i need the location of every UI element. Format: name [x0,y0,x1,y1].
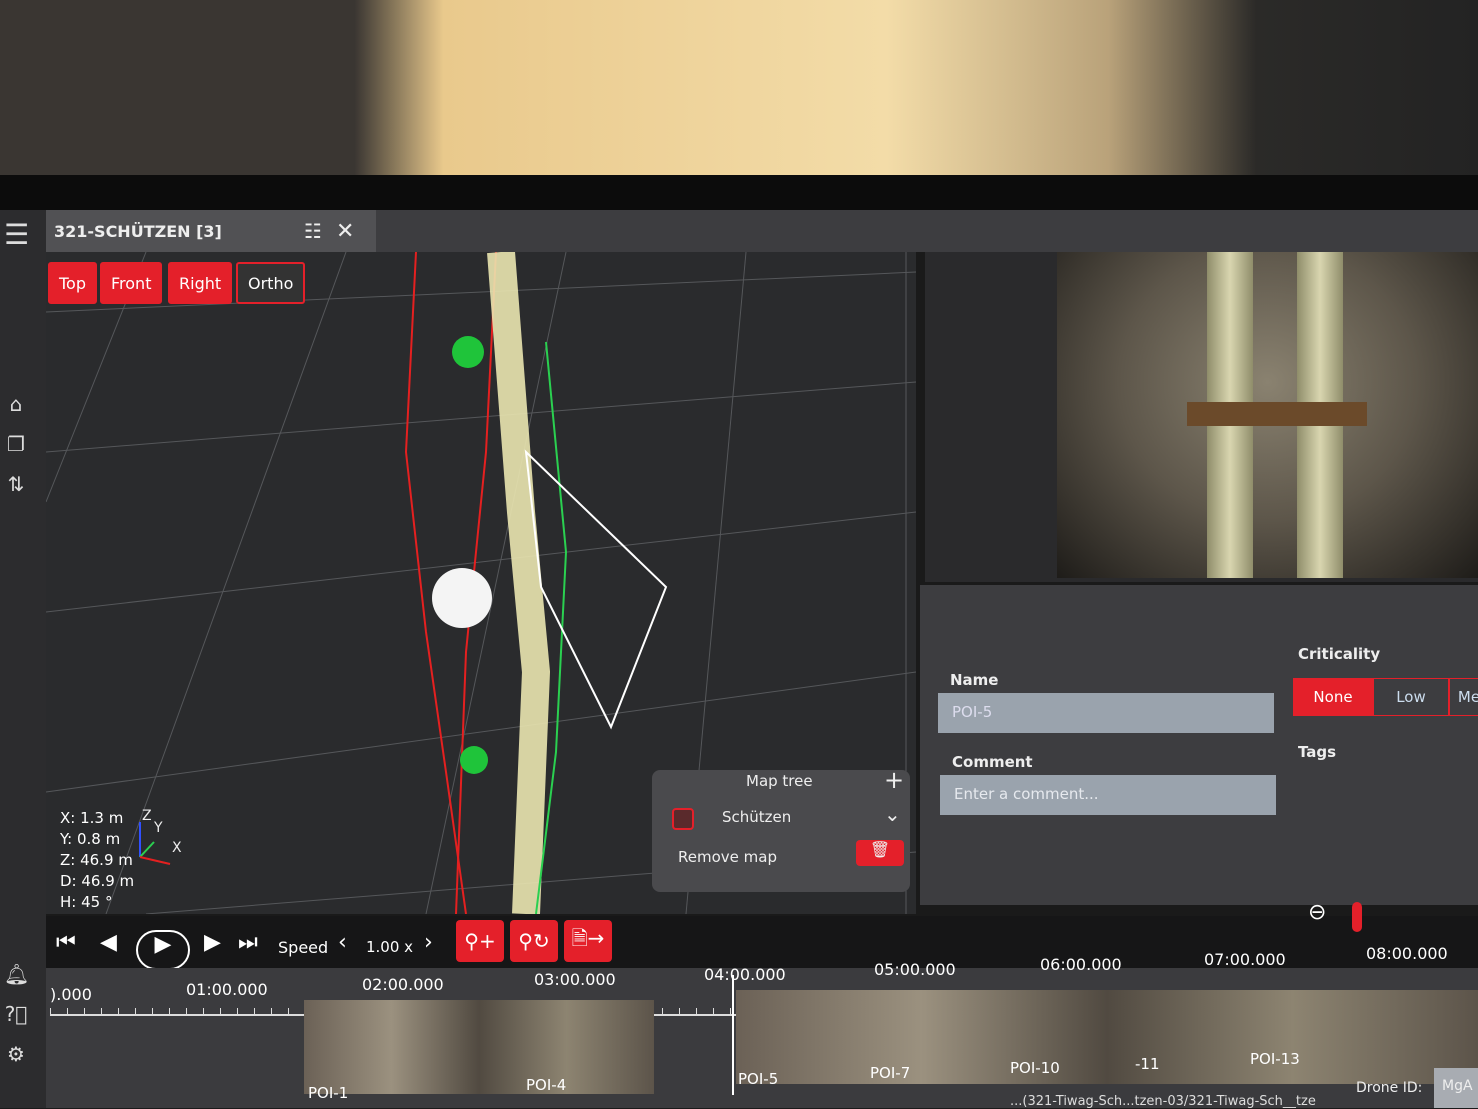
trash-icon: 🗑︎ [869,840,891,859]
name-input[interactable]: POI-5 [938,693,1274,733]
monitor-bezel [0,175,1478,211]
axis-x-label: X [172,840,182,856]
ortho-toggle[interactable]: Ortho [236,262,306,304]
chevron-down-icon[interactable]: ⌄ [884,802,901,826]
playhead[interactable] [732,975,734,1095]
criticality-label: Criticality [1298,645,1381,663]
gear-icon[interactable]: ⚙ [4,1042,28,1066]
axis-y-label: Y [154,820,163,836]
poi-marker[interactable]: POI-10 [1010,1059,1060,1077]
speed-decrease-icon[interactable]: ‹ [338,930,347,955]
coord-d: D: 46.9 m [60,872,135,890]
add-map-icon[interactable]: + [884,766,904,794]
thumbnail-strip[interactable] [736,990,1478,1084]
zoom-out-icon[interactable]: ⊖ [1308,900,1326,925]
map-tree-item[interactable]: Schützen [722,808,791,826]
transfer-icon[interactable]: ⇅ [4,472,28,496]
add-poi-button[interactable]: ⚲+ [456,920,504,962]
poi-marker[interactable]: POI-7 [870,1064,910,1082]
comment-label: Comment [952,753,1033,771]
view-right-button[interactable]: Right [168,262,233,304]
coordinate-readout: X: 1.3 m Y: 0.8 m Z: 46.9 m D: 46.9 m H:… [60,808,134,913]
help-icon[interactable]: ?⃝ [4,1002,28,1026]
menu-icon[interactable]: ☰ [4,218,29,251]
drone-id-label: Drone ID: [1356,1080,1423,1096]
tags-label: Tags [1298,743,1337,761]
sidebar: ☰ ⌂ ❐ ⇅ 🔔︎ ?⃝ ⚙ [0,210,46,1108]
play-button[interactable]: ▶︎ [136,930,190,970]
criticality-medium[interactable]: Me [1449,678,1478,716]
tab-title: 321-SCHÜTZEN [3] [54,221,222,241]
comment-input[interactable]: Enter a comment... [940,775,1276,815]
poi-marker[interactable]: -11 [1135,1055,1160,1073]
skip-start-icon[interactable]: ⏮ [56,930,76,955]
tick-label: 03:00.000 [534,970,616,989]
skip-end-icon[interactable]: ⏭ [238,930,258,955]
tick-label: 08:00.000 [1366,944,1448,963]
pin-add-icon: ⚲+ [464,929,496,953]
tick-label: 07:00.000 [1204,950,1286,969]
tick-label: ).000 [50,985,92,1004]
poi-marker[interactable]: POI-13 [1250,1050,1300,1068]
zoom-slider-handle[interactable] [1352,902,1362,932]
list-icon[interactable]: ☷ [304,219,322,243]
poi-marker[interactable]: POI-4 [526,1076,566,1094]
axis-gizmo: Z Y X [130,808,190,872]
tick-label: 05:00.000 [874,960,956,979]
document-export-icon: 🗎→ [571,926,605,950]
close-icon[interactable]: ✕ [336,219,354,244]
background-room [0,0,1478,180]
bell-icon[interactable]: 🔔︎ [4,962,29,986]
map-checkbox[interactable] [672,808,694,830]
view-top-button[interactable]: Top [48,262,97,304]
documents-icon[interactable]: ❐ [4,432,28,456]
speed-label: Speed [278,938,329,957]
inspection-photo [1057,252,1478,578]
axis-z-label: Z [142,808,152,824]
coord-x: X: 1.3 m [60,809,124,827]
pin-refresh-icon: ⚲↻ [518,929,550,953]
remove-map-label: Remove map [678,848,777,866]
step-back-icon[interactable]: ◀︎ [100,930,117,955]
export-report-button[interactable]: 🗎→ [564,920,612,962]
name-label: Name [950,671,999,689]
tab-project[interactable]: 321-SCHÜTZEN [3] ☷ ✕ [46,210,376,252]
step-forward-icon[interactable]: ▶︎ [204,930,221,955]
tick-label: 06:00.000 [1040,955,1122,974]
image-preview-panel [925,252,1478,582]
map-tree-panel: Map tree + Schützen ⌄ Remove map 🗑︎ [652,766,910,892]
tick-label: 02:00.000 [362,975,444,994]
coord-y: Y: 0.8 m [60,830,121,848]
poi-form: Name POI-5 Comment Enter a comment... Cr… [920,585,1478,905]
poi-marker[interactable]: POI-1 [308,1084,348,1102]
remove-map-button[interactable]: 🗑︎ [856,840,904,866]
drone-id-value: MgA [1434,1068,1478,1108]
speed-value: 1.00 x [366,938,414,956]
file-path: ...(321-Tiwag-Sch...tzen-03/321-Tiwag-Sc… [1010,1094,1316,1109]
criticality-none[interactable]: None [1293,678,1373,716]
reset-poi-button[interactable]: ⚲↻ [510,920,558,962]
tick-label: 04:00.000 [704,965,786,984]
map-tree-title: Map tree [746,772,813,790]
home-icon[interactable]: ⌂ [4,392,28,416]
coord-z: Z: 46.9 m [60,851,133,869]
view-front-button[interactable]: Front [100,262,163,304]
coord-h: H: 45 ° [60,893,113,911]
criticality-low[interactable]: Low [1373,678,1449,716]
tick-label: 01:00.000 [186,980,268,999]
poi-marker[interactable]: POI-5 [738,1070,778,1088]
thumbnail-strip[interactable] [304,1000,654,1094]
speed-increase-icon[interactable]: › [424,930,433,955]
